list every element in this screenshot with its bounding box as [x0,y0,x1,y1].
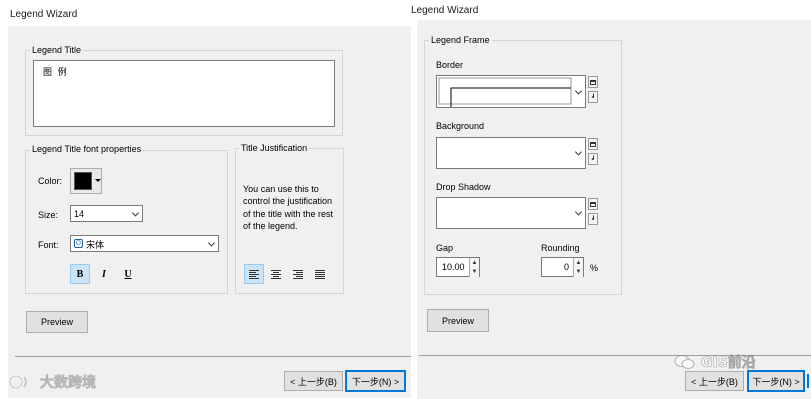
bold-glyph: B [76,268,84,280]
color-swatch [74,172,92,190]
right-next-button[interactable]: 下一步(N) > [747,370,805,392]
chevron-down-icon [574,86,583,95]
left-watermark: 大数跨境 [8,372,96,392]
left-footer-separator [15,356,411,357]
grid-icon [590,141,596,147]
background-symbol-selector-button[interactable] [588,138,598,150]
justify-center-button[interactable] [266,264,286,284]
drop-shadow-properties-button[interactable]: ᶨ [588,213,598,225]
size-combobox[interactable]: 14 [70,205,143,222]
rounding-decrement-icon[interactable]: ▼ [573,267,583,277]
border-label: Border [436,60,464,70]
drop-shadow-combobox[interactable] [436,197,586,229]
chevron-down-icon [574,208,583,216]
left-window-title: Legend Wizard [10,9,78,20]
font-value: 宋体 [86,241,105,251]
background-properties-button[interactable]: ᶨ [588,153,598,165]
background-combobox[interactable] [436,137,586,169]
right-window-title: Legend Wizard [411,5,479,16]
border-properties-button[interactable]: ᶨ [588,91,598,103]
title-justification-group-label: Title Justification [239,143,310,153]
right-back-button[interactable]: < 上一步(B) [685,371,744,391]
left-preview-button[interactable]: Preview [26,311,88,333]
color-dropdown-arrow-icon [95,179,101,182]
size-value: 14 [74,209,85,219]
align-right-icon [293,269,303,279]
underline-button[interactable]: U [118,264,138,284]
justify-full-button[interactable] [310,264,330,284]
align-center-icon [271,269,281,279]
legend-title-group-label: Legend Title [30,45,84,55]
color-picker-button[interactable] [70,168,102,194]
right-watermark: GIS前沿 [674,352,756,372]
border-preview-swatch [438,77,572,107]
font-label: Font: [38,240,59,250]
rounding-value: 0 [563,262,569,272]
left-next-button[interactable]: 下一步(N) > [345,370,406,392]
align-left-icon [249,269,259,279]
chevron-down-icon [574,148,583,156]
drop-shadow-symbol-selector-button[interactable] [588,198,598,210]
italic-glyph: I [102,268,106,280]
right-watermark-text: GIS前沿 [701,355,756,372]
gap-value: 10.00 [442,262,465,272]
right-edge-focus-bar [807,374,809,388]
border-symbol-selector-button[interactable] [588,76,598,88]
background-label: Background [436,121,485,131]
gap-label: Gap [436,243,454,253]
wechat-icon [674,355,695,369]
border-style-combobox[interactable] [436,75,586,108]
drop-shadow-label: Drop Shadow [436,182,491,192]
watermark-logo-icon [9,375,27,389]
grid-icon [590,79,596,85]
justify-left-button[interactable] [244,264,264,284]
right-preview-button[interactable]: Preview [427,309,489,332]
size-label: Size: [38,210,59,220]
rounding-unit: % [590,263,599,273]
justify-right-button[interactable] [288,264,308,284]
chevron-down-icon [131,208,140,217]
left-watermark-text: 大数跨境 [40,375,97,392]
properties-icon: ᶨ [591,92,595,101]
chevron-down-icon [207,238,216,247]
bold-button[interactable]: B [70,264,90,284]
grid-icon [590,201,596,207]
gap-spinner[interactable]: 10.00 ▲ ▼ [436,257,480,277]
underline-glyph: U [124,268,132,280]
rounding-label: Rounding [541,243,580,253]
font-combobox[interactable]: O 宋体 [70,235,219,252]
left-back-button[interactable]: < 上一步(B) [284,371,343,391]
properties-icon: ᶨ [591,154,595,163]
font-properties-group-label: Legend Title font properties [30,144,144,154]
gap-decrement-icon[interactable]: ▼ [469,267,479,277]
italic-button[interactable]: I [94,264,114,284]
align-justify-icon [315,269,325,279]
properties-icon: ᶨ [591,214,595,223]
opentype-font-icon: O [74,239,83,248]
rounding-spinner[interactable]: 0 ▲ ▼ [541,257,584,277]
justification-description: You can use this to control the justific… [243,184,334,231]
legend-title-text: 图 例 [43,68,67,78]
legend-title-input[interactable]: 图 例 [33,60,335,127]
color-label: Color: [38,176,63,186]
legend-frame-group-label: Legend Frame [429,35,492,45]
